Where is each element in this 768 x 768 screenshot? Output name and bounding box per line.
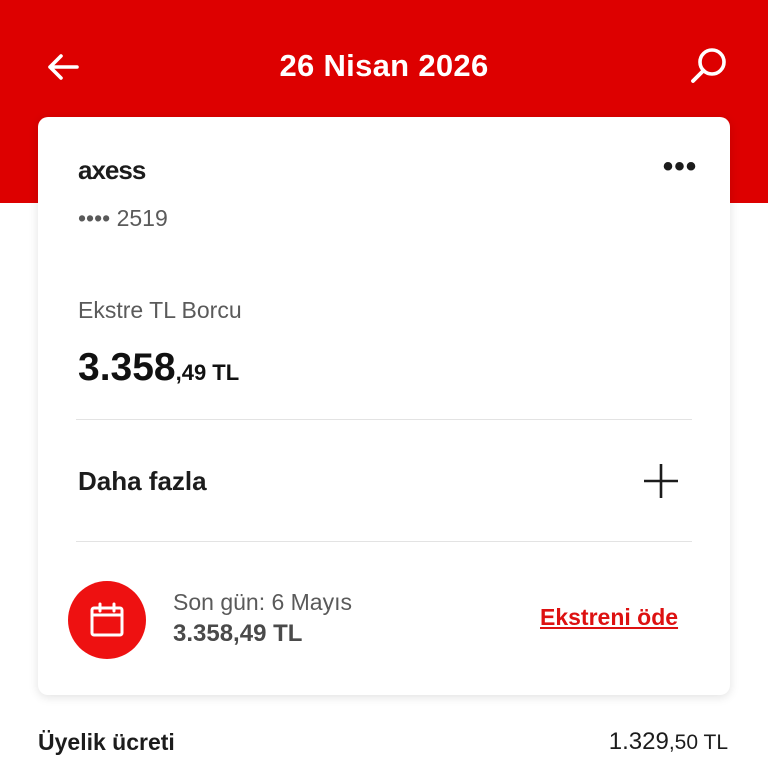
- plus-icon: [644, 464, 678, 498]
- top-bar: 26 Nisan 2026: [0, 0, 768, 132]
- more-options-button[interactable]: •••: [654, 147, 706, 187]
- membership-fee-amount: 1.329,50 TL: [609, 726, 728, 761]
- due-date-label: Son gün: 6 Mayıs: [173, 589, 352, 615]
- statement-debt-label: Ekstre TL Borcu: [78, 297, 242, 323]
- more-details-label: Daha fazla: [78, 466, 207, 496]
- due-amount: 3.358,49 TL: [173, 620, 303, 647]
- back-button[interactable]: [40, 44, 86, 90]
- statement-screen: 26 Nisan 2026 axess ••• •••• 2519 Ekstre…: [0, 0, 768, 768]
- membership-fee-label: Üyelik ücreti: [38, 729, 175, 755]
- more-details-row[interactable]: Daha fazla: [76, 420, 692, 542]
- calendar-icon: [90, 602, 124, 637]
- due-date-badge: [68, 581, 146, 659]
- page-title: 26 Nisan 2026: [279, 48, 489, 83]
- statement-debt-amount: 3.358,49 TL: [78, 345, 239, 399]
- more-horizontal-icon: •••: [662, 150, 698, 183]
- debt-amount-integer: 3.358: [78, 346, 176, 389]
- debt-amount-fraction: ,49 TL: [175, 360, 240, 385]
- arrow-left-icon: [48, 54, 79, 80]
- card-brand-logo: axess: [78, 155, 146, 185]
- fee-amount-fraction: ,50 TL: [668, 731, 728, 754]
- fee-amount-integer: 1.329: [608, 728, 669, 755]
- search-button[interactable]: [684, 42, 732, 90]
- masked-card-number: •••• 2519: [78, 205, 168, 231]
- search-icon: [691, 48, 726, 83]
- pay-statement-link[interactable]: Ekstreni öde: [540, 602, 678, 632]
- credit-card-summary: axess ••• •••• 2519 Ekstre TL Borcu 3.35…: [38, 117, 730, 695]
- divider: [76, 541, 692, 542]
